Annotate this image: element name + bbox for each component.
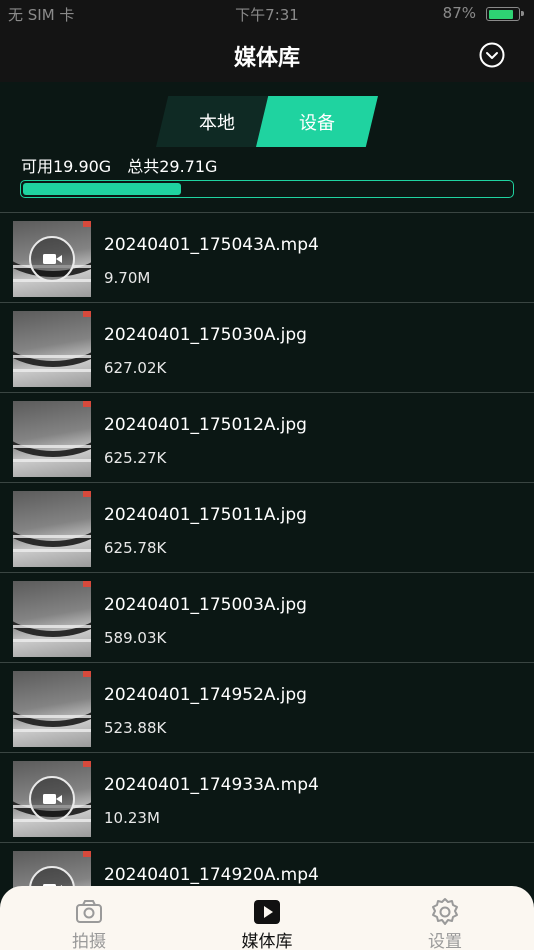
file-size: 9.70M [104,269,151,287]
file-size: 589.03K [104,629,167,647]
tab-shoot[interactable]: 拍摄 [0,886,178,950]
battery-icon [486,7,524,21]
tab-media[interactable]: 媒体库 [178,886,356,950]
storage-available: 可用19.90G [21,157,112,176]
file-row[interactable]: 20240401_175012A.jpg 625.27K [0,392,534,482]
file-row[interactable]: 20240401_175043A.mp4 9.70M [0,212,534,302]
page-title: 媒体库 [233,46,300,71]
gear-icon [432,898,458,925]
file-thumbnail [13,311,91,387]
source-segment-control: 本地 设备 [156,96,378,147]
tab-settings-label: 设置 [428,932,462,950]
header: 媒体库 [0,28,534,82]
status-bar: 无 SIM 卡 下午7:31 87% [0,0,534,28]
file-size: 523.88K [104,719,167,737]
file-name: 20240401_175030A.jpg [104,325,307,345]
file-size: 627.02K [104,359,167,377]
file-name: 20240401_174952A.jpg [104,685,307,705]
tab-media-label: 媒体库 [241,932,293,950]
file-size: 625.78K [104,539,167,557]
tab-device[interactable]: 设备 [256,96,378,147]
file-thumbnail [13,491,91,567]
file-list: 20240401_175043A.mp4 9.70M 20240401_175030… [0,212,534,932]
file-name: 20240401_175011A.jpg [104,505,307,525]
file-size: 625.27K [104,449,167,467]
file-row[interactable]: 20240401_175003A.jpg 589.03K [0,572,534,662]
video-camera-icon [29,776,75,822]
storage-progress-fill [23,183,182,195]
file-thumbnail [13,401,91,477]
storage-progress-bar [20,180,514,198]
file-thumbnail [13,671,91,747]
file-name: 20240401_175012A.jpg [104,415,307,435]
chevron-down-circle-icon[interactable] [479,42,505,68]
file-thumbnail [13,761,91,837]
file-thumbnail [13,221,91,297]
camera-icon [76,900,102,923]
bottom-tab-bar: 拍摄 媒体库 设置 [0,886,534,950]
file-name: 20240401_175003A.jpg [104,595,307,615]
file-thumbnail [13,581,91,657]
file-name: 20240401_175043A.mp4 [104,235,319,255]
tab-shoot-label: 拍摄 [72,932,106,950]
battery-percentage: 87% [442,4,476,22]
file-size: 10.23M [104,809,160,827]
video-camera-icon [29,236,75,282]
storage-info: 可用19.90G 总共29.71G [21,153,217,177]
file-row[interactable]: 20240401_175011A.jpg 625.78K [0,482,534,572]
file-row[interactable]: 20240401_175030A.jpg 627.02K [0,302,534,392]
file-row[interactable]: 20240401_174952A.jpg 523.88K [0,662,534,752]
tab-settings[interactable]: 设置 [356,886,534,950]
file-row[interactable]: 20240401_174933A.mp4 10.23M [0,752,534,842]
storage-total: 总共29.71G [127,157,218,176]
play-icon [254,900,280,924]
file-name: 20240401_174920A.mp4 [104,865,319,885]
file-name: 20240401_174933A.mp4 [104,775,319,795]
